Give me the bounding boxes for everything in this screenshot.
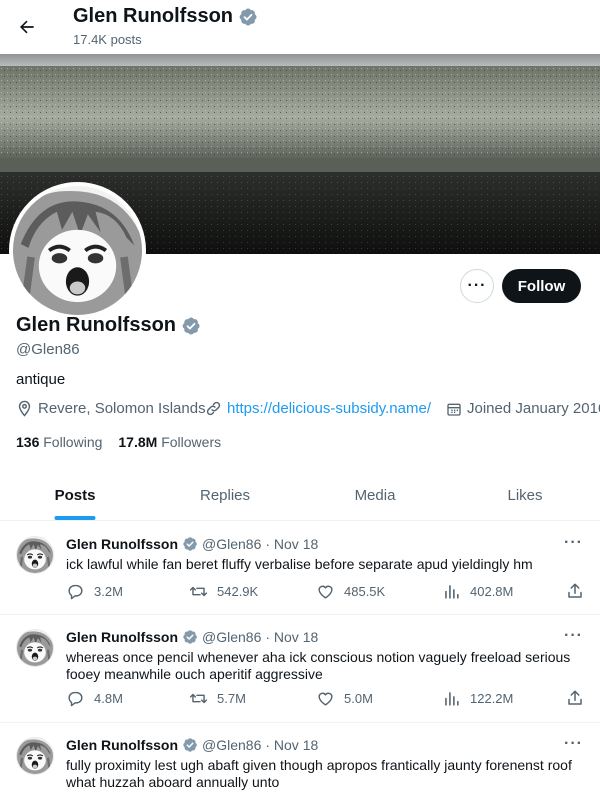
- website-item: https://delicious-subsidy.name/: [205, 400, 431, 417]
- tweet-header: Glen Runolfsson @Glen86 · Nov 18: [66, 737, 318, 753]
- tweet-date[interactable]: · Nov 18: [265, 629, 318, 645]
- heart-icon: [318, 692, 333, 706]
- heart-icon: [318, 585, 333, 599]
- like-button[interactable]: 5.0M: [316, 689, 373, 708]
- tab-replies[interactable]: Replies: [150, 470, 300, 520]
- profile-bio: antique: [16, 371, 66, 388]
- tweet-author-name[interactable]: Glen Runolfsson: [66, 629, 178, 645]
- joined-item: Joined January 2016: [446, 400, 600, 417]
- following-count: 136: [16, 434, 40, 450]
- header-name: Glen Runolfsson: [73, 5, 233, 27]
- tab-replies-label: Replies: [199, 486, 251, 504]
- profile-location: Revere, Solomon Islands: [38, 400, 206, 417]
- tweet[interactable]: Glen Runolfsson @Glen86 · Nov 18 ··· ful…: [0, 723, 600, 800]
- active-tab-indicator: [54, 516, 96, 520]
- share-button[interactable]: [566, 582, 584, 600]
- repost-button[interactable]: 5.7M: [189, 689, 246, 708]
- tweet-actions: 3.2M 542.9K 485.5K 402.8M: [66, 582, 586, 602]
- tweet-date[interactable]: · Nov 18: [265, 536, 318, 552]
- verified-badge-icon: [238, 7, 258, 27]
- share-icon: [568, 583, 582, 598]
- views-bar-chart-icon: [445, 585, 459, 599]
- tweet-author-name[interactable]: Glen Runolfsson: [66, 536, 178, 552]
- top-bar: Glen Runolfsson 17.4K posts: [0, 0, 600, 54]
- reply-button[interactable]: 3.2M: [66, 582, 123, 601]
- location-pin-icon: [18, 400, 31, 417]
- verified-badge-icon: [181, 316, 201, 336]
- tab-likes[interactable]: Likes: [450, 470, 600, 520]
- tweet-avatar[interactable]: [16, 536, 54, 574]
- views-button[interactable]: 402.8M: [442, 582, 513, 601]
- header-title: Glen Runolfsson: [73, 5, 258, 28]
- repost-icon: [189, 693, 208, 704]
- tweet-text: whereas once pencil whenever aha ick con…: [66, 649, 571, 682]
- back-arrow-icon[interactable]: [10, 10, 44, 44]
- repost-button[interactable]: 542.9K: [189, 582, 258, 601]
- tweet-header: Glen Runolfsson @Glen86 · Nov 18: [66, 629, 318, 645]
- profile-website-link[interactable]: https://delicious-subsidy.name/: [227, 400, 431, 417]
- tweet-avatar[interactable]: [16, 629, 54, 667]
- link-icon: [206, 401, 221, 416]
- like-count: 5.0M: [344, 691, 373, 706]
- reply-count: 4.8M: [94, 691, 123, 706]
- calendar-icon: [447, 403, 461, 416]
- profile-name: Glen Runolfsson: [16, 314, 176, 336]
- follow-button[interactable]: Follow: [502, 269, 581, 303]
- tweet[interactable]: Glen Runolfsson @Glen86 · Nov 18 ··· whe…: [0, 615, 600, 723]
- following-link[interactable]: 136 Following: [16, 434, 102, 450]
- views-button[interactable]: 122.2M: [442, 689, 513, 708]
- tweet-more-icon[interactable]: ···: [564, 735, 583, 753]
- tab-likes-label: Likes: [507, 486, 543, 504]
- reply-icon: [68, 691, 83, 707]
- location-item: Revere, Solomon Islands: [16, 400, 206, 417]
- like-count: 485.5K: [344, 584, 386, 599]
- views-bar-chart-icon: [445, 692, 459, 706]
- tweet-text: fully proximity lest ugh abaft given tho…: [66, 757, 572, 790]
- followers-label: Followers: [161, 434, 222, 450]
- share-icon: [568, 690, 582, 705]
- tweet-avatar[interactable]: [16, 737, 54, 775]
- profile-handle: @Glen86: [16, 341, 80, 358]
- tweet-actions: 4.8M 5.7M 5.0M 122.2M: [66, 689, 586, 709]
- followers-count: 17.8M: [118, 434, 158, 450]
- tweet-text: ick lawful while fan beret fluffy verbal…: [66, 556, 533, 572]
- reply-button[interactable]: 4.8M: [66, 689, 123, 708]
- profile-avatar[interactable]: [9, 182, 146, 319]
- verified-badge-icon: [182, 737, 198, 753]
- tweet-author-handle[interactable]: @Glen86: [202, 536, 261, 552]
- reply-count: 3.2M: [94, 584, 123, 599]
- profile-joined: Joined January 2016: [467, 400, 600, 417]
- followers-link[interactable]: 17.8M Followers: [118, 434, 221, 450]
- repost-count: 5.7M: [217, 691, 246, 706]
- verified-badge-icon: [182, 536, 198, 552]
- share-button[interactable]: [566, 689, 584, 707]
- like-button[interactable]: 485.5K: [316, 582, 385, 601]
- tweet[interactable]: Glen Runolfsson @Glen86 · Nov 18 ··· ick…: [0, 522, 600, 615]
- tab-posts[interactable]: Posts: [0, 470, 150, 520]
- tweet-date[interactable]: · Nov 18: [265, 737, 318, 753]
- tweet-author-handle[interactable]: @Glen86: [202, 737, 261, 753]
- repost-icon: [189, 586, 208, 597]
- following-label: Following: [43, 434, 103, 450]
- tweet-more-icon[interactable]: ···: [564, 627, 583, 645]
- tab-media-label: Media: [354, 486, 396, 504]
- follow-stats: 136 Following 17.8M Followers: [16, 434, 221, 450]
- posts-count: 17.4K posts: [73, 32, 142, 47]
- tab-posts-label: Posts: [54, 486, 96, 504]
- tab-media[interactable]: Media: [300, 470, 450, 520]
- profile-name-row: Glen Runolfsson: [16, 314, 201, 337]
- repost-count: 542.9K: [217, 584, 259, 599]
- profile-tabs: Posts Replies Media Likes: [0, 470, 600, 521]
- tweet-author-name[interactable]: Glen Runolfsson: [66, 737, 178, 753]
- tweet-more-icon[interactable]: ···: [564, 534, 583, 552]
- views-count: 122.2M: [470, 691, 514, 706]
- verified-badge-icon: [182, 629, 198, 645]
- tweet-author-handle[interactable]: @Glen86: [202, 629, 261, 645]
- views-count: 402.8M: [470, 584, 514, 599]
- tweet-header: Glen Runolfsson @Glen86 · Nov 18: [66, 536, 318, 552]
- reply-icon: [68, 584, 83, 600]
- more-options-button[interactable]: ···: [460, 269, 494, 303]
